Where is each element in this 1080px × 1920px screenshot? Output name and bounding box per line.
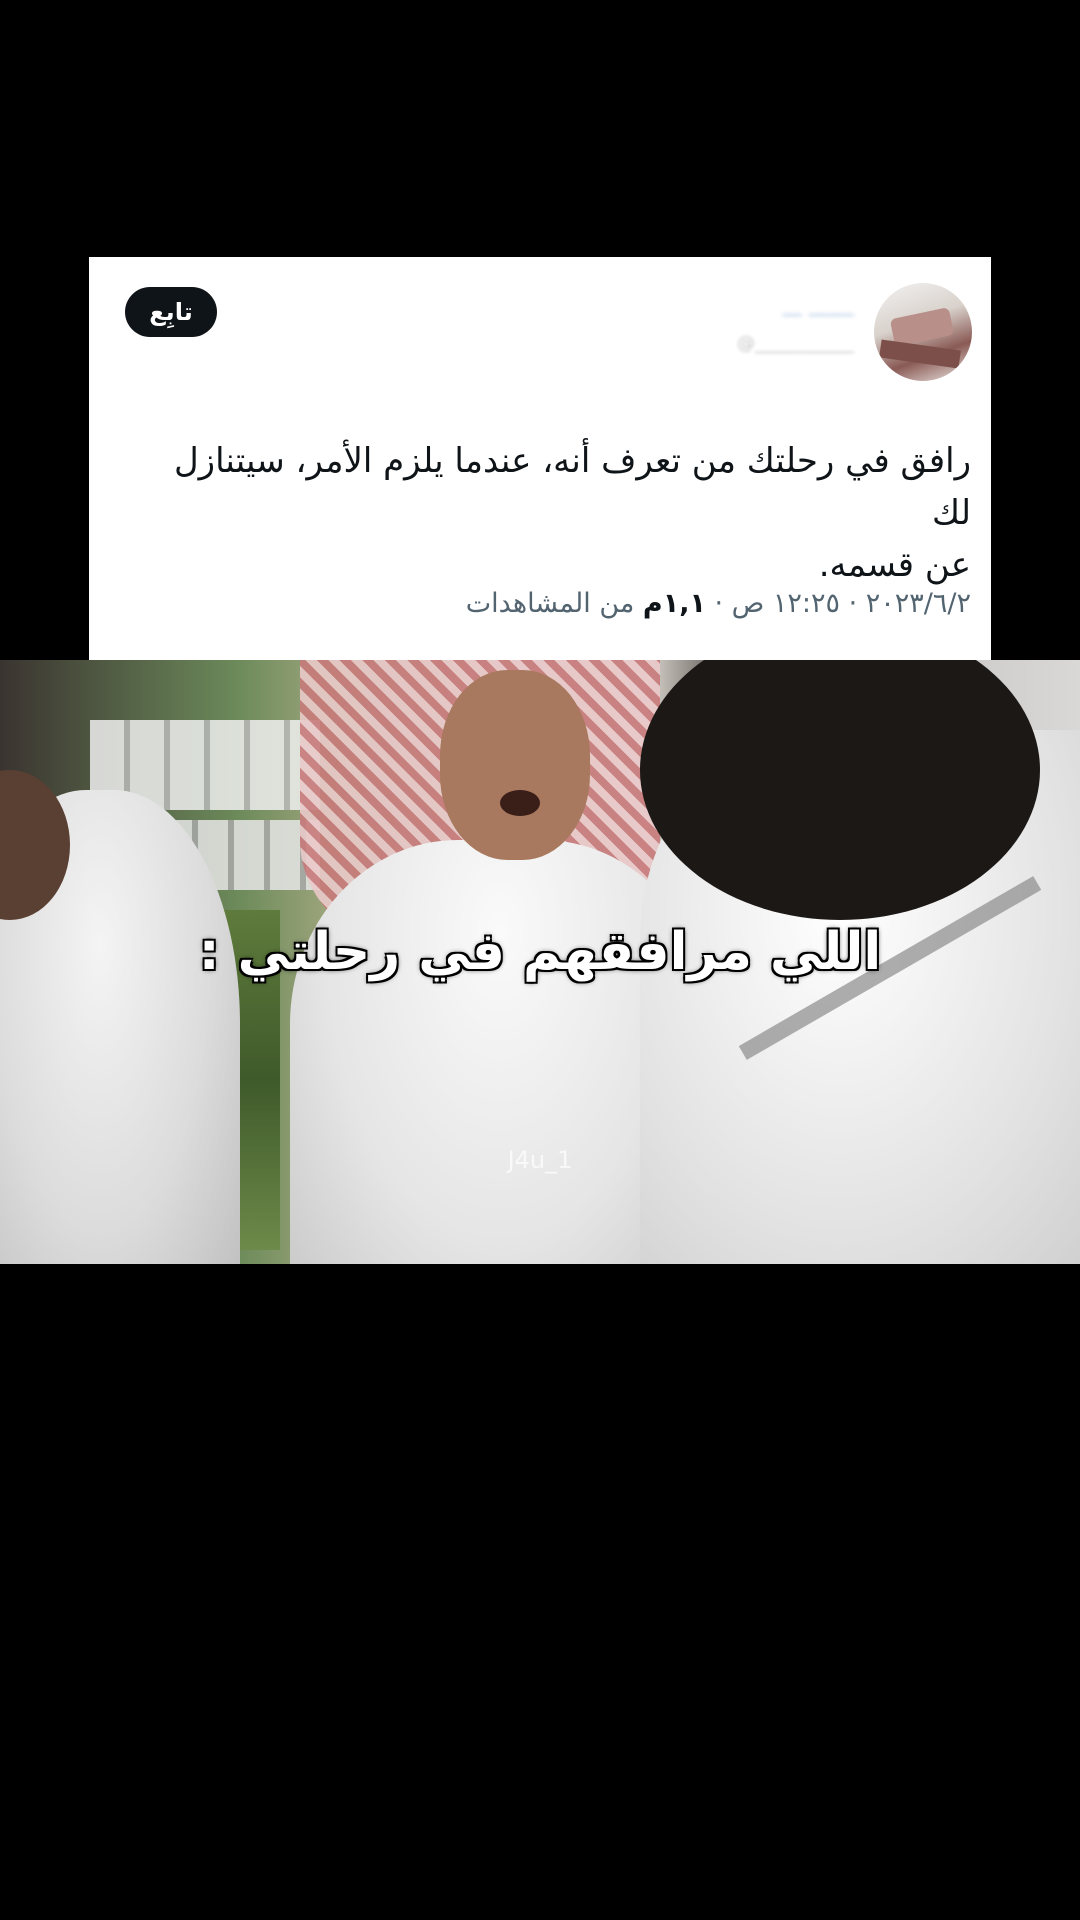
tweet-meta: ٢٠٢٣/٦/٢ · ١٢:٢٥ ص · ١,١م من المشاهدات [121, 584, 971, 624]
views-count: ١,١م [642, 588, 706, 619]
tweet-text-line: رافق في رحلتك من تعرف أنه، عندما يلزم ال… [173, 441, 971, 533]
views-label: من المشاهدات [465, 588, 643, 619]
user-handle-blurred[interactable]: @___________ [694, 333, 854, 355]
watermark: J4u_1 [507, 1146, 573, 1174]
person-left [0, 770, 240, 1264]
follow-button[interactable]: تابِع [125, 287, 217, 337]
person-center-mouth [500, 790, 540, 816]
tweet-card: ـــــــ ـــ @___________ تابِع رافق في ر… [89, 257, 991, 660]
avatar-photo-detail [889, 307, 955, 347]
video-caption: اللي مرافقهم في رحلتي : [198, 922, 882, 982]
video-frame[interactable]: اللي مرافقهم في رحلتي : J4u_1 [0, 660, 1080, 1264]
tweet-timestamp[interactable]: ٢٠٢٣/٦/٢ · ١٢:٢٥ ص · [706, 588, 971, 619]
person-center-face [440, 670, 590, 860]
avatar[interactable] [874, 283, 972, 381]
avatar-photo-detail [879, 339, 961, 369]
display-name-blurred[interactable]: ـــــــ ـــ [679, 297, 854, 321]
tweet-text-line: عن قسمه. [818, 545, 971, 585]
tweet-text: رافق في رحلتك من تعرف أنه، عندما يلزم ال… [141, 435, 971, 591]
